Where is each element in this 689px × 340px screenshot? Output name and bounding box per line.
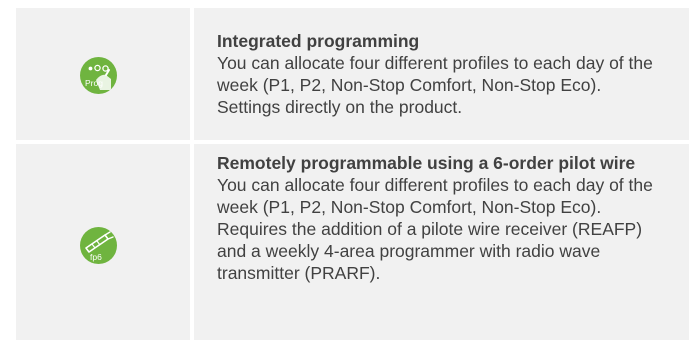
feature-description-requirements: Requires the addition of a pilote wire r… [217,219,643,283]
feature-title: Integrated programming [217,31,420,51]
feature-table: Prog Integrated programming You can allo… [0,0,689,340]
fp6-icon-label: fp6 [90,252,102,262]
feature-title: Remotely programmable using a 6-order pi… [217,153,636,173]
prog-icon-label: Prog [85,78,103,88]
feature-icon-cell: fp6 [16,144,206,340]
column-divider [190,0,194,340]
feature-description: You can allocate four different profiles… [217,53,653,117]
pilot-wire-fp6-icon: fp6 [80,227,117,264]
feature-description: You can allocate four different profiles… [217,175,653,217]
prog-icon: Prog [80,57,117,94]
pilot-wire-graphic: fp6 [85,231,114,262]
prog-icon-graphic: Prog [85,64,111,90]
feature-row-pilot-wire: fp6 Remotely programmable using a 6-orde… [16,144,689,340]
feature-text-cell: Remotely programmable using a 6-order pi… [217,152,657,284]
feature-row-integrated-programming: Prog Integrated programming You can allo… [16,8,689,140]
feature-text-cell: Integrated programming You can allocate … [217,30,657,118]
feature-icon-cell: Prog [16,8,206,140]
